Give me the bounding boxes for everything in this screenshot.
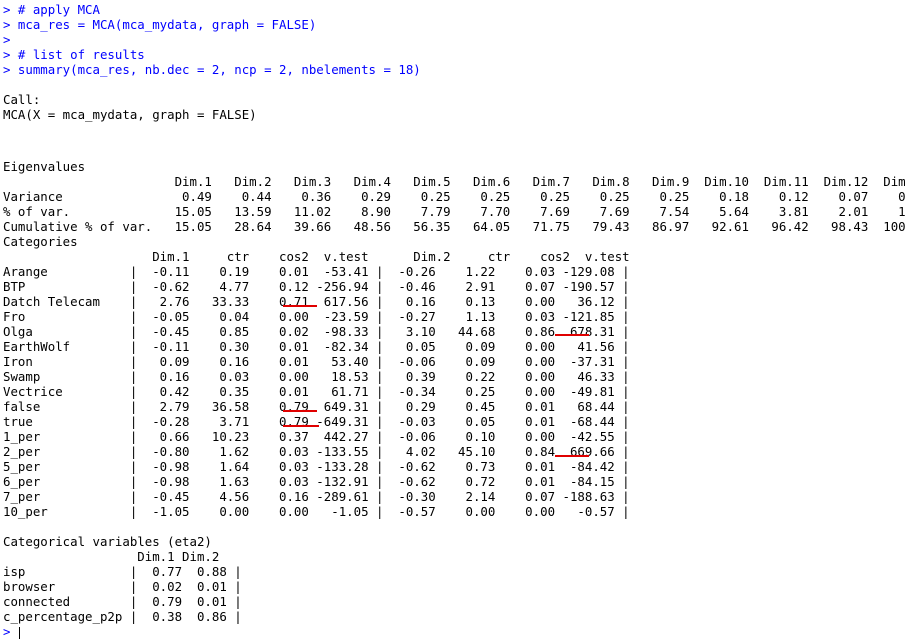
console-prompt-line[interactable]: > — [3, 624, 905, 639]
categories-row: EarthWolf | -0.11 0.30 0.01 -82.34 | 0.0… — [3, 339, 630, 354]
highlight-underline — [555, 455, 589, 457]
categorical-variables-row: c_percentage_p2p | 0.38 0.86 | — [3, 609, 242, 624]
categories-row: Fro | -0.05 0.04 0.00 -23.59 | -0.27 1.1… — [3, 309, 630, 324]
highlight-underline — [283, 305, 317, 307]
categories-row: Datch Telecam | 2.76 33.33 0.71 617.56 |… — [3, 294, 630, 309]
categories-row: 1_per | 0.66 10.23 0.37 442.27 | -0.06 0… — [3, 429, 630, 444]
text-cursor — [18, 626, 20, 639]
categorical-variables-row: browser | 0.02 0.01 | — [3, 579, 242, 594]
eigenvalues-row: Cumulative % of var. 15.05 28.64 39.66 4… — [3, 219, 905, 234]
r-console[interactable]: > # apply MCA > mca_res = MCA(mca_mydata… — [0, 0, 905, 641]
categories-row: Olga | -0.45 0.85 0.02 -98.33 | 3.10 44.… — [3, 324, 630, 339]
categories-row: 5_per | -0.98 1.64 0.03 -133.28 | -0.62 … — [3, 459, 630, 474]
console-command-line: > # list of results — [3, 47, 145, 62]
categorical-variables-header: Categorical variables (eta2) — [3, 534, 212, 549]
categories-header: Categories — [3, 234, 78, 249]
highlight-underline — [555, 334, 589, 336]
call-text: MCA(X = mca_mydata, graph = FALSE) — [3, 107, 257, 122]
categories-row: Swamp | 0.16 0.03 0.00 18.53 | 0.39 0.22… — [3, 369, 630, 384]
call-header: Call: — [3, 92, 41, 107]
console-command-line: > # apply MCA — [3, 2, 100, 17]
categories-row: 6_per | -0.98 1.63 0.03 -132.91 | -0.62 … — [3, 474, 630, 489]
categories-row: 10_per | -1.05 0.00 0.00 -1.05 | -0.57 0… — [3, 504, 630, 519]
categorical-variables-row: connected | 0.79 0.01 | — [3, 594, 242, 609]
categories-column-header: Dim.1 ctr cos2 v.test Dim.2 ctr cos2 v.t… — [3, 249, 645, 264]
categories-row: true | -0.28 3.71 0.79 -649.31 | -0.03 0… — [3, 414, 630, 429]
highlight-underline — [283, 410, 317, 412]
categorical-variables-column-header: Dim.1 Dim.2 — [3, 549, 235, 564]
eigenvalues-column-header: Dim.1 Dim.2 Dim.3 Dim.4 Dim.5 Dim.6 Dim.… — [3, 174, 905, 189]
categories-row: 7_per | -0.45 4.56 0.16 -289.61 | -0.30 … — [3, 489, 630, 504]
highlight-underline — [283, 425, 319, 427]
categorical-variables-row: isp | 0.77 0.88 | — [3, 564, 242, 579]
console-command-line: > mca_res = MCA(mca_mydata, graph = FALS… — [3, 17, 317, 32]
categories-row: BTP | -0.62 4.77 0.12 -256.94 | -0.46 2.… — [3, 279, 630, 294]
eigenvalues-header: Eigenvalues — [3, 159, 86, 174]
eigenvalues-row: % of var. 15.05 13.59 11.02 8.90 7.79 7.… — [3, 204, 905, 219]
categories-row: Iron | 0.09 0.16 0.01 53.40 | -0.06 0.09… — [3, 354, 630, 369]
console-prompt: > — [3, 624, 18, 639]
categories-row: 2_per | -0.80 1.62 0.03 -133.55 | 4.02 4… — [3, 444, 630, 459]
categories-row: Vectrice | 0.42 0.35 0.01 61.71 | -0.34 … — [3, 384, 630, 399]
categories-row: false | 2.79 36.58 0.79 649.31 | 0.29 0.… — [3, 399, 630, 414]
categories-row: Arange | -0.11 0.19 0.01 -53.41 | -0.26 … — [3, 264, 630, 279]
eigenvalues-row: Variance 0.49 0.44 0.36 0.29 0.25 0.25 0… — [3, 189, 905, 204]
console-command-line: > summary(mca_res, nb.dec = 2, ncp = 2, … — [3, 62, 421, 77]
console-command-line: > — [3, 32, 11, 47]
